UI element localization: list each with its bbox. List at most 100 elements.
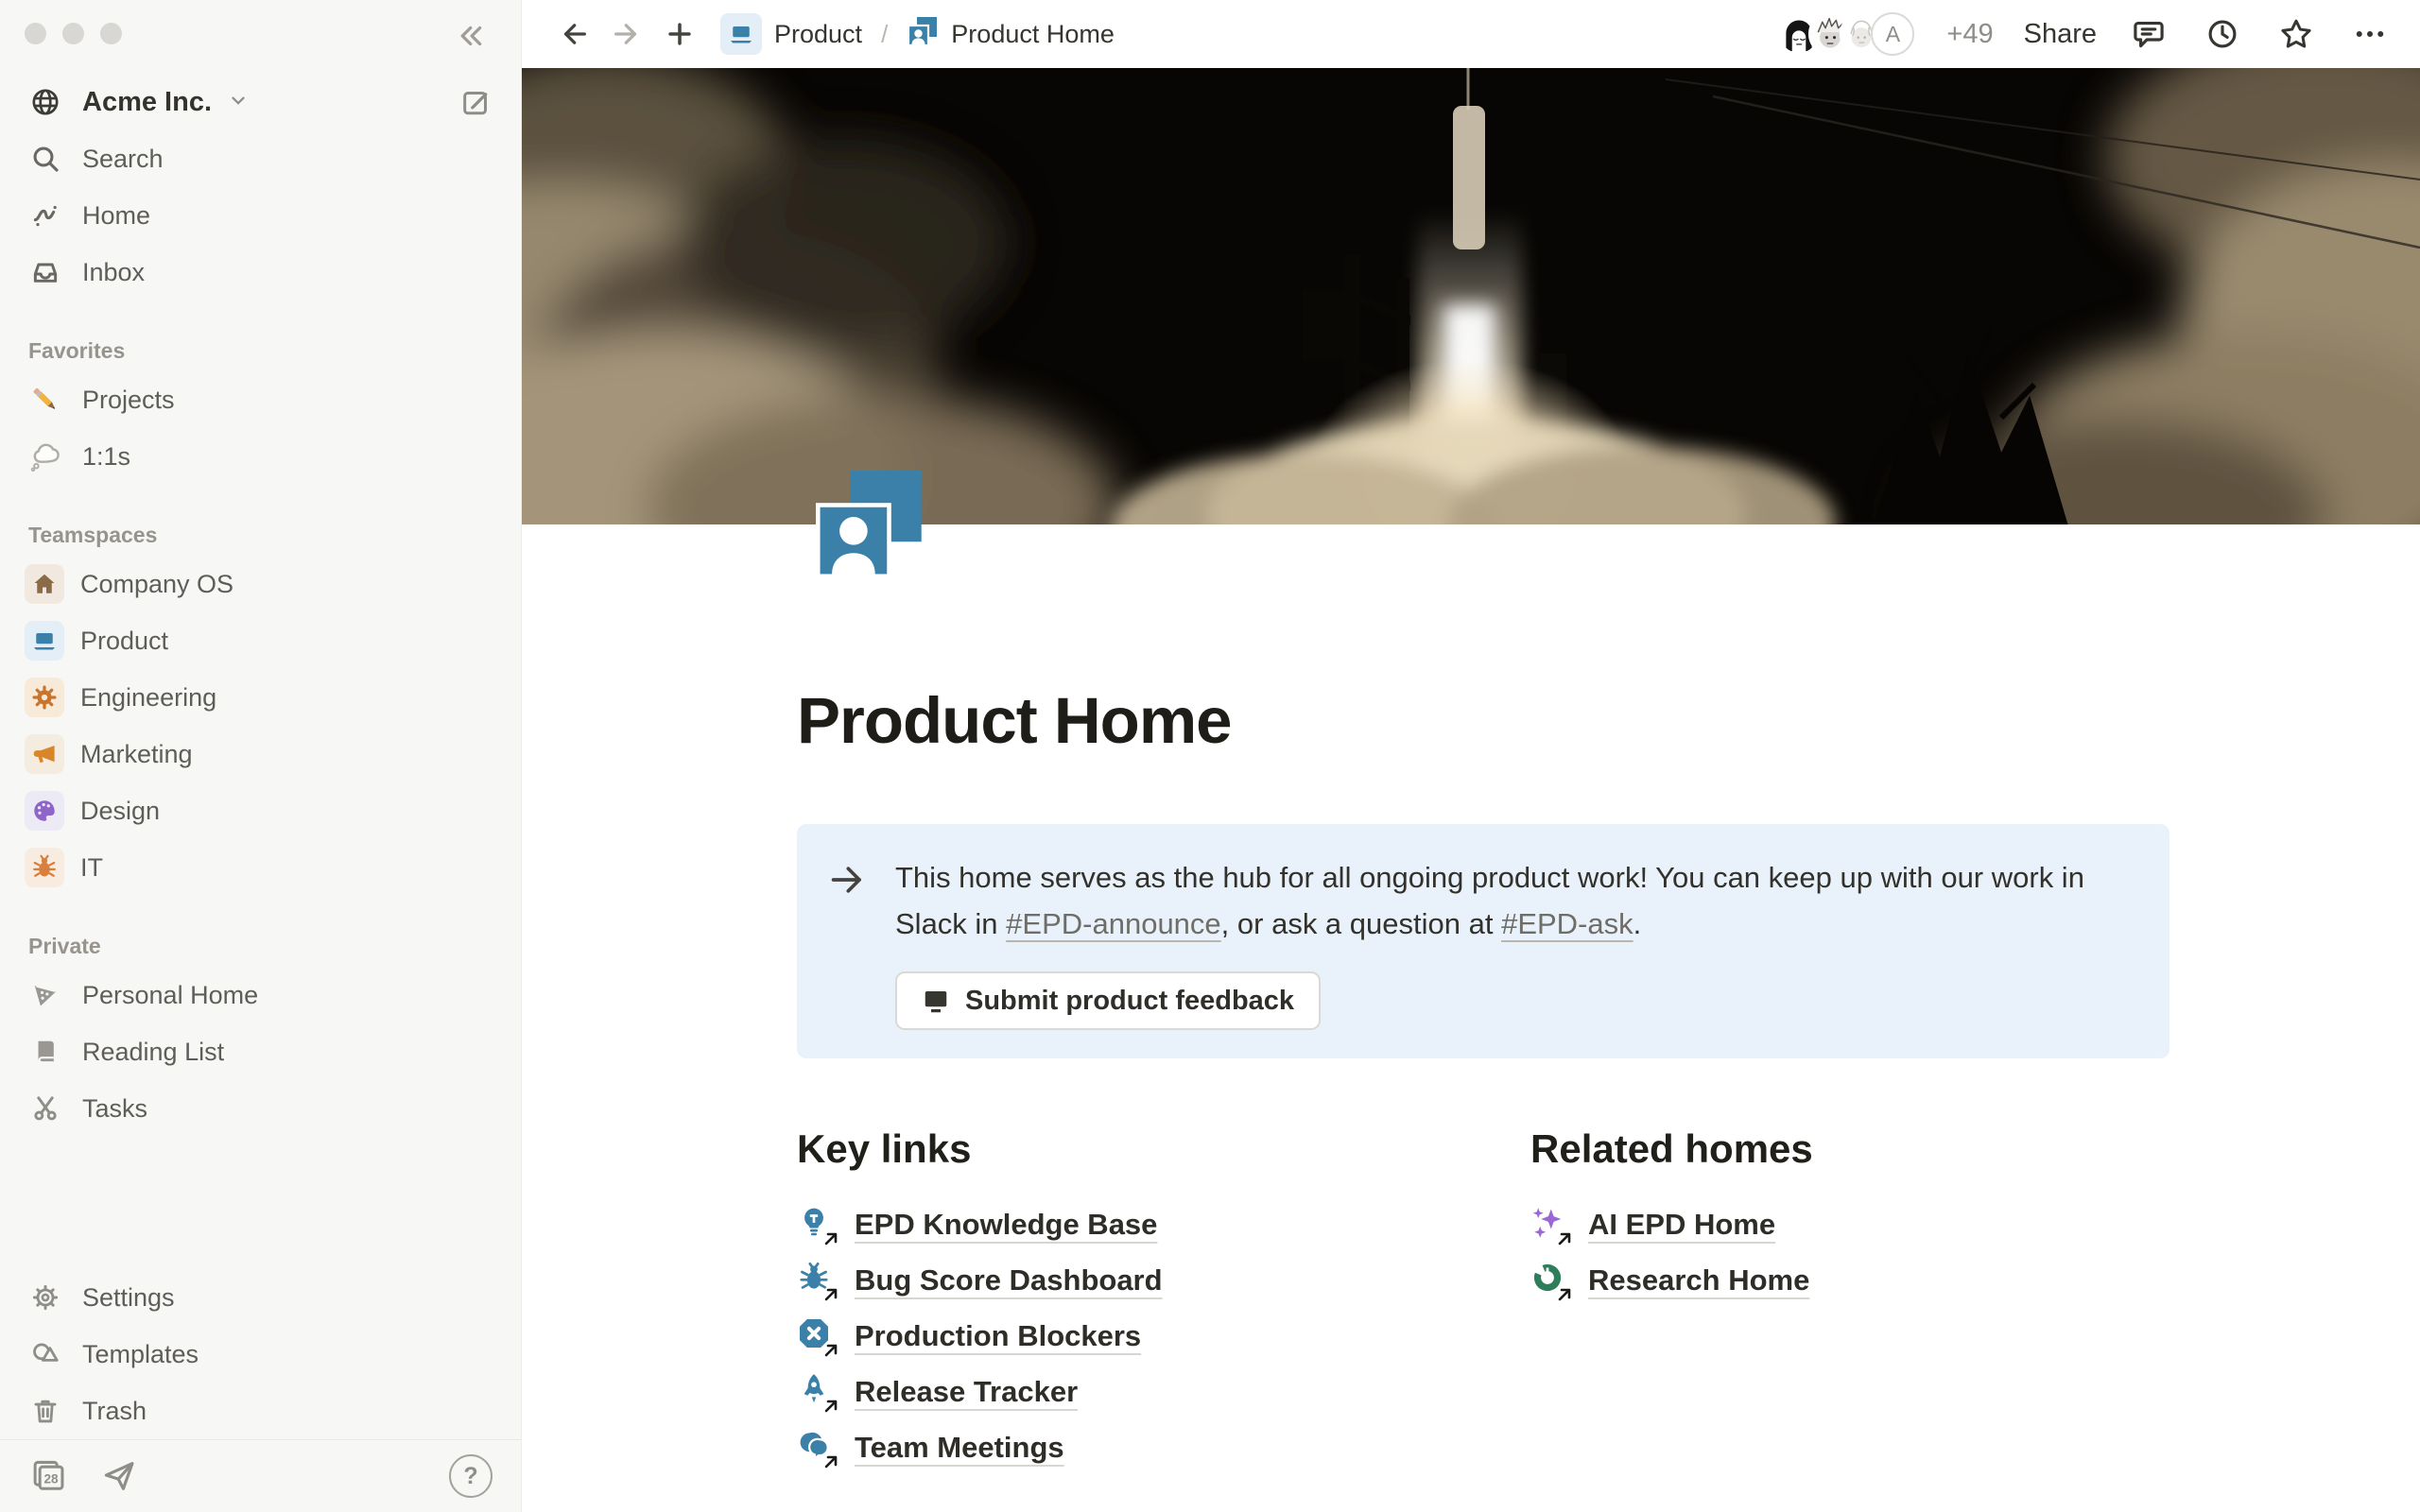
page-link-ai-epd-home[interactable]: AI EPD Home	[1530, 1196, 2169, 1252]
sidebar-item-settings[interactable]: Settings	[0, 1269, 521, 1326]
page-link-release-tracker[interactable]: Release Tracker	[797, 1364, 1436, 1419]
workspace-name: Acme Inc.	[82, 87, 212, 118]
sidebar-item-1-1s[interactable]: 1:1s	[0, 428, 521, 485]
sparkles-icon	[1530, 1205, 1570, 1245]
page-link-epd-knowledge-base[interactable]: EPD Knowledge Base	[797, 1196, 1436, 1252]
page-cover-image	[522, 68, 2420, 524]
sidebar-item-tasks[interactable]: Tasks	[0, 1080, 521, 1137]
sidebar-item-search[interactable]: Search	[0, 130, 521, 187]
collapse-sidebar-icon[interactable]	[451, 17, 489, 55]
sidebar-item-design[interactable]: Design	[0, 782, 521, 839]
sidebar-item-label: 1:1s	[82, 442, 130, 472]
slack-link-epd-ask[interactable]: #EPD-ask	[1501, 907, 1634, 940]
minimize-window-button[interactable]	[62, 23, 84, 44]
sidebar-item-trash[interactable]: Trash	[0, 1383, 521, 1439]
page-title: Product Home	[797, 524, 2169, 758]
sidebar-item-label: Templates	[82, 1340, 199, 1369]
breadcrumb-label: Product	[774, 20, 862, 49]
sidebar-item-inbox[interactable]: Inbox	[0, 244, 521, 301]
workspace-switcher[interactable]: Acme Inc.	[0, 74, 521, 130]
sidebar-item-label: Engineering	[80, 683, 216, 713]
topbar-actions: A +49 Share	[1777, 12, 2392, 56]
sidebar-item-it[interactable]: IT	[0, 839, 521, 896]
sidebar-system-group: Settings Templates Trash 28	[0, 1269, 521, 1512]
sidebar-item-label: IT	[80, 853, 103, 883]
sidebar: Acme Inc. Search Home Inbox	[0, 0, 522, 1512]
slack-link-epd-announce[interactable]: #EPD-announce	[1006, 907, 1221, 940]
sidebar-item-company-os[interactable]: Company OS	[0, 556, 521, 612]
section-header-private[interactable]: Private	[0, 934, 521, 959]
updates-clock-icon[interactable]	[2201, 12, 2244, 56]
presence-avatars[interactable]: A	[1777, 12, 1914, 56]
page-icon-contact-card[interactable]	[816, 471, 924, 578]
breadcrumb-product[interactable]: Product	[711, 9, 872, 59]
sidebar-item-home[interactable]: Home	[0, 187, 521, 244]
sidebar-item-label: Projects	[82, 386, 175, 415]
notion-app-window: Acme Inc. Search Home Inbox	[0, 0, 2420, 1512]
window-controls	[25, 23, 122, 44]
sidebar-item-reading-list[interactable]: Reading List	[0, 1023, 521, 1080]
section-header-teamspaces[interactable]: Teamspaces	[0, 523, 521, 548]
sidebar-item-marketing[interactable]: Marketing	[0, 726, 521, 782]
compose-new-page-icon[interactable]	[455, 81, 496, 123]
callout-block: This home serves as the hub for all ongo…	[797, 824, 2169, 1058]
globe-icon	[25, 81, 66, 123]
arrow-right-icon	[827, 854, 871, 1030]
favorite-star-icon[interactable]	[2274, 12, 2318, 56]
topbar: Product / Product Home	[522, 0, 2420, 68]
page-link-label: AI EPD Home	[1588, 1208, 1775, 1242]
sidebar-item-personal-home[interactable]: Personal Home	[0, 967, 521, 1023]
sidebar-item-label: Inbox	[82, 258, 145, 287]
more-options-icon[interactable]	[2348, 12, 2392, 56]
scissors-icon	[25, 1088, 66, 1129]
new-tab-plus-icon[interactable]	[658, 12, 701, 56]
palette-icon	[25, 791, 64, 831]
page-link-label: Research Home	[1588, 1263, 1809, 1297]
page-link-label: Team Meetings	[855, 1431, 1064, 1465]
sidebar-item-templates[interactable]: Templates	[0, 1326, 521, 1383]
key-links-column: Key links EPD Knowledge Base	[797, 1126, 1436, 1475]
page-link-production-blockers[interactable]: Production Blockers	[797, 1308, 1436, 1364]
back-icon[interactable]	[552, 12, 596, 56]
share-button[interactable]: Share	[2024, 19, 2097, 50]
presence-overflow-count[interactable]: +49	[1946, 19, 1993, 50]
page-link-label: EPD Knowledge Base	[855, 1208, 1157, 1242]
comments-icon[interactable]	[2127, 12, 2170, 56]
rocket-icon	[797, 1372, 837, 1412]
breadcrumb-product-home[interactable]: Product Home	[897, 11, 1124, 58]
sidebar-item-label: Company OS	[80, 570, 233, 599]
section-heading: Related homes	[1530, 1126, 2169, 1172]
bug-icon	[25, 848, 64, 887]
sidebar-footer: 28 ?	[0, 1439, 521, 1512]
submit-product-feedback-button[interactable]: Submit product feedback	[895, 971, 1321, 1030]
thought-balloon-icon	[25, 436, 66, 477]
sidebar-item-label: Trash	[82, 1397, 147, 1426]
calendar-icon[interactable]: 28	[28, 1455, 70, 1497]
chevron-down-icon	[228, 88, 249, 117]
sidebar-item-label: Design	[80, 797, 160, 826]
page-content: Product Home This home serves as the hub…	[522, 524, 2420, 1512]
zoom-window-button[interactable]	[100, 23, 122, 44]
sidebar-item-projects[interactable]: Projects	[0, 371, 521, 428]
section-header-favorites[interactable]: Favorites	[0, 338, 521, 364]
section-heading: Key links	[797, 1126, 1436, 1172]
sidebar-item-product[interactable]: Product	[0, 612, 521, 669]
page-link-team-meetings[interactable]: Team Meetings	[797, 1419, 1436, 1475]
laptop-icon	[25, 621, 64, 661]
page-link-label: Production Blockers	[855, 1319, 1141, 1353]
house-icon	[25, 564, 64, 604]
two-column-layout: Key links EPD Knowledge Base	[797, 1126, 2169, 1475]
svg-text:28: 28	[43, 1471, 59, 1486]
shapes-icon	[25, 1333, 66, 1375]
page-link-research-home[interactable]: Research Home	[1530, 1252, 2169, 1308]
forward-icon[interactable]	[605, 12, 648, 56]
laptop-icon	[720, 13, 762, 55]
breadcrumb-label: Product Home	[951, 20, 1115, 49]
close-window-button[interactable]	[25, 23, 46, 44]
sidebar-item-engineering[interactable]: Engineering	[0, 669, 521, 726]
paper-plane-icon[interactable]	[98, 1455, 140, 1497]
help-icon[interactable]: ?	[449, 1454, 493, 1498]
sidebar-item-label: Search	[82, 145, 164, 174]
page-link-bug-score-dashboard[interactable]: Bug Score Dashboard	[797, 1252, 1436, 1308]
search-icon	[25, 138, 66, 180]
